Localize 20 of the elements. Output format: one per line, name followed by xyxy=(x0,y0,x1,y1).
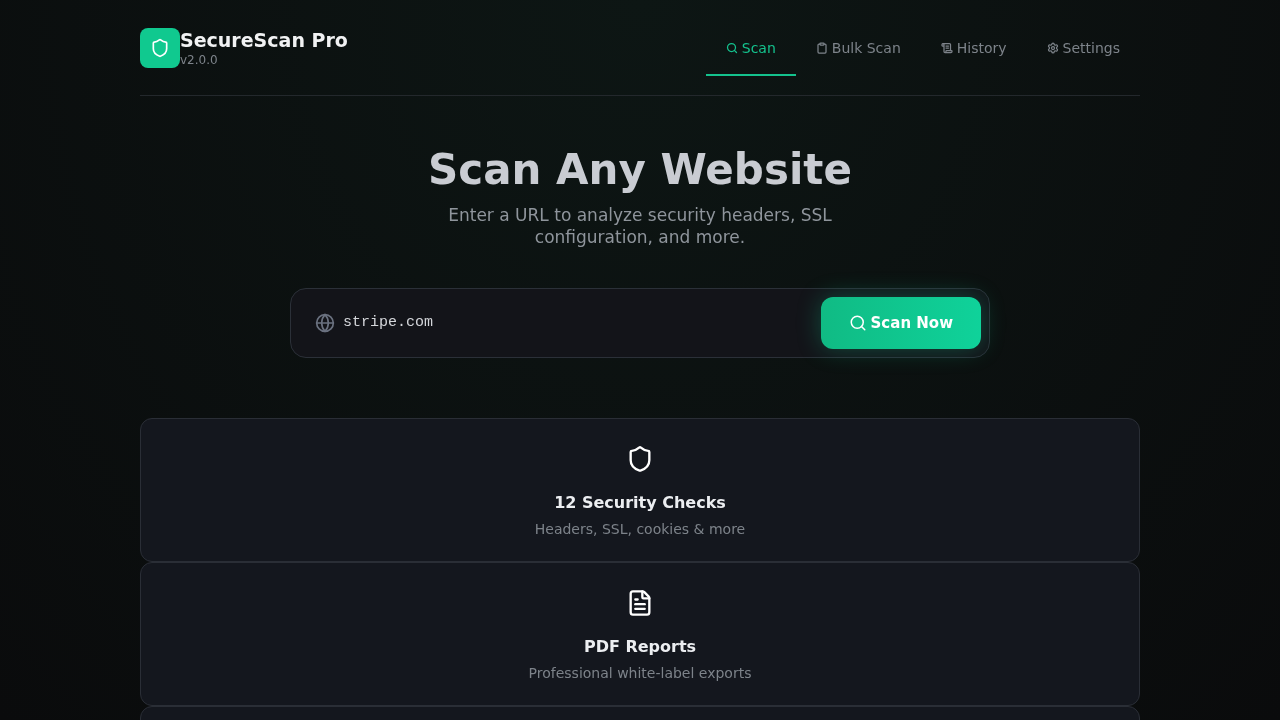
scroll-icon xyxy=(940,41,953,54)
search-icon xyxy=(848,314,867,332)
shield-logo-icon xyxy=(140,27,180,68)
nav-tab[interactable]: Scan xyxy=(705,21,796,76)
clipboard-icon xyxy=(815,41,828,54)
hero-title: Scan Any Website xyxy=(428,144,852,196)
nav-tab[interactable]: Settings xyxy=(1026,21,1140,76)
app-name: SecureScan Pro xyxy=(180,27,348,52)
url-field[interactable]: stripe.com Scan Now xyxy=(290,288,990,358)
feature-description: Headers, SSL, cookies & more xyxy=(534,520,746,539)
feature-title: 12 Security Checks xyxy=(554,492,726,514)
feature-title: PDF Reports xyxy=(583,636,697,658)
feature-description: Professional white-label exports xyxy=(528,664,752,683)
nav-tab[interactable]: Bulk Scan xyxy=(795,21,921,76)
nav-tab[interactable]: History xyxy=(920,21,1027,76)
hero-subtitle: Enter a URL to analyze security headers, SSL configuration, and more. xyxy=(447,204,833,248)
search-icon xyxy=(725,41,738,54)
app-version: v2.0.0 xyxy=(180,51,219,68)
settings-icon xyxy=(1046,41,1059,54)
globe-icon xyxy=(315,313,335,333)
